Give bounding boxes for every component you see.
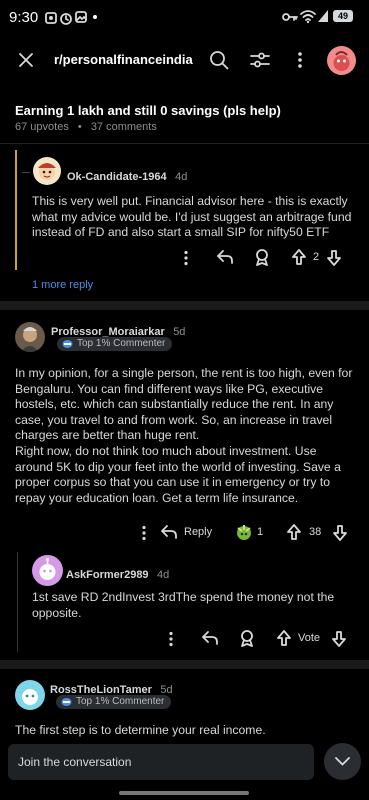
badge-label: Top 1% Commenter [76,696,165,707]
home-indicator[interactable] [119,791,249,795]
more-options-icon[interactable] [183,250,189,266]
wifi-icon [300,10,316,24]
thread-connector [22,172,30,173]
alarm-icon [60,13,72,25]
comment-actions: Vote [165,628,355,650]
key-icon [282,13,298,21]
award-count: 1 [257,526,264,538]
award-icon[interactable] [234,522,254,542]
search-icon[interactable] [209,50,229,70]
reply-icon[interactable] [201,630,219,646]
award-icon[interactable] [238,629,256,647]
comment-avatar[interactable] [15,680,45,710]
status-bar: 9:30 49 [0,0,369,34]
comment-age: 4d [157,569,170,581]
signal-icon [318,10,328,22]
more-options-icon[interactable] [168,631,174,647]
filter-settings-icon[interactable] [250,51,270,69]
vote-label: Vote [298,632,321,644]
upvote-icon[interactable] [286,523,302,541]
close-icon[interactable] [18,52,34,68]
thread-line [17,552,18,652]
award-icon[interactable] [253,248,271,266]
comment-body: This is very well put. Financial advisor… [32,194,352,240]
subreddit-name[interactable]: r/personalfinanceindia [54,52,193,67]
comment-body: 1st save RD 2ndInvest 3rdThe spend the m… [32,590,335,620]
comment-actions: 2 [178,247,358,269]
comment-avatar[interactable] [15,322,45,352]
comment-body-paragraph: In my opinion, for a single person, the … [15,366,353,443]
vote-count: 2 [313,251,320,263]
notification-dot [93,15,97,19]
downvote-icon[interactable] [331,630,347,648]
comment-header: AskFormer2989 4d [66,565,169,583]
reply-icon[interactable] [216,249,234,265]
post-meta: 67 upvotes • 37 comments [15,121,157,133]
comment-actions: Reply 1 38 [136,522,358,544]
comment-age: 4d [175,171,188,183]
reply-label[interactable]: Reply [184,526,212,538]
upvote-icon[interactable] [291,248,307,266]
battery-indicator: 49 [333,10,353,22]
more-options-icon[interactable] [297,51,303,69]
comment-username[interactable]: AskFormer2989 [66,569,149,581]
downvote-icon[interactable] [326,249,342,267]
upvote-count: 67 upvotes [15,121,69,133]
downvote-icon[interactable] [332,524,348,542]
status-time: 9:30 [9,9,39,26]
top-commenter-badge: Top 1% Commenter [57,337,173,351]
upvote-icon[interactable] [276,629,292,647]
user-avatar[interactable] [327,46,356,75]
reply-icon[interactable] [160,524,178,540]
screen-record-icon [45,12,57,24]
comment-body-paragraph: Right now, do not think too much about i… [15,444,341,505]
comment-age: 5d [173,326,186,338]
gallery-icon [75,11,87,23]
vote-count: 38 [309,526,322,538]
chevron-down-icon [335,757,350,766]
comment-count: 37 comments [90,121,157,133]
badge-icon [62,340,73,348]
scroll-next-button[interactable] [324,743,361,780]
comment-header: Ok-Candidate-1964 4d [67,167,187,185]
post-title[interactable]: Earning 1 lakh and still 0 savings (pls … [15,103,281,118]
comment-separator [0,301,369,310]
badge-icon [61,698,72,706]
thread-line [15,150,17,270]
more-replies-link[interactable]: 1 more reply [32,279,93,291]
badge-label: Top 1% Commenter [77,338,166,349]
comment-username[interactable]: Ok-Candidate-1964 [67,171,167,183]
comment-avatar[interactable] [33,157,61,185]
comment-body: The first step is to determine your real… [15,723,266,737]
top-commenter-badge: Top 1% Commenter [56,695,172,709]
divider [0,143,369,144]
composer-placeholder[interactable]: Join the conversation [18,755,131,769]
comment-separator [0,660,369,669]
comment-avatar[interactable] [32,555,63,586]
more-options-icon[interactable] [141,525,147,541]
